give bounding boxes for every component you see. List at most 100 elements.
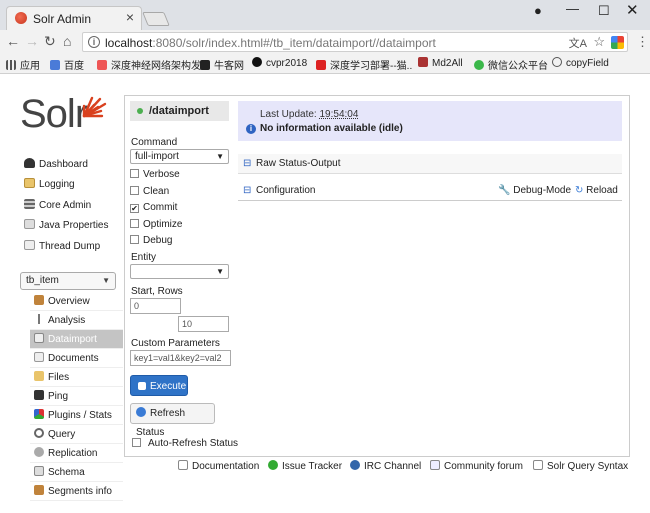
bookmark-md2all[interactable]: Md2All [418, 57, 463, 69]
info-icon: i [246, 124, 256, 134]
forward-arrow-icon[interactable]: → [25, 33, 39, 49]
optimize-checkbox[interactable]: Optimize [130, 218, 182, 232]
refresh-status-button[interactable]: Refresh Status [130, 403, 215, 438]
footer-query-syntax-link[interactable]: Solr Query Syntax [533, 460, 628, 472]
bookmark-copyfield[interactable]: copyField [552, 57, 609, 69]
core-selector[interactable]: tb_item ▼ [20, 272, 116, 290]
footer-irc-channel-link[interactable]: IRC Channel [350, 460, 421, 472]
browser-tab[interactable]: Solr Admin × [6, 6, 142, 30]
auto-refresh-checkbox[interactable]: Auto-Refresh Status [132, 437, 238, 451]
core-nav-plugins-stats[interactable]: Plugins / Stats [30, 406, 123, 425]
entity-select[interactable]: ▼ [130, 264, 229, 279]
sidebar-item-logging[interactable]: Logging [24, 176, 75, 194]
collapse-icon: ⊟ [243, 158, 252, 169]
status-panel: Last Update: 19:54:04 i No information av… [238, 101, 622, 141]
debug-mode-button[interactable]: 🔧 Debug-Mode [498, 181, 571, 201]
commit-checkbox[interactable]: ✔ Commit [130, 201, 177, 215]
ping-icon [34, 390, 44, 400]
nowcoder-icon [200, 60, 210, 70]
sidebar-item-dashboard[interactable]: Dashboard [24, 156, 88, 174]
footer-community-forum-link[interactable]: Community forum [430, 460, 523, 472]
bookmark-cvpr[interactable]: cvpr2018 [252, 57, 307, 69]
core-nav-replication[interactable]: Replication [30, 444, 123, 463]
bookmark-deep-nn[interactable]: 深度神经网络架构发 [97, 57, 201, 72]
footer-documentation-link[interactable]: Documentation [178, 460, 259, 472]
core-nav-ping[interactable]: Ping [30, 387, 123, 406]
address-bar[interactable]: i localhost:8080/solr/index.html#/tb_ite… [82, 32, 628, 52]
tab-title: Solr Admin [33, 12, 92, 26]
core-nav-query[interactable]: Query [30, 425, 123, 444]
extension-icon[interactable] [611, 36, 624, 49]
bookmark-nowcoder[interactable]: 牛客网 [200, 57, 244, 72]
solr-logo[interactable]: Solr [20, 92, 107, 137]
minimize-icon[interactable]: — [566, 1, 579, 16]
close-tab-icon[interactable]: × [126, 9, 134, 25]
start-input[interactable]: 0 [130, 298, 181, 314]
bug-icon [268, 460, 278, 470]
checkmark-icon: ✔ [130, 204, 139, 213]
sidebar-item-core-admin[interactable]: Core Admin [24, 197, 91, 215]
sidebar-item-java-properties[interactable]: Java Properties [24, 217, 108, 235]
start-rows-label: Start, Rows [131, 286, 183, 297]
chevron-down-icon: ▼ [216, 267, 224, 276]
core-nav-overview[interactable]: Overview [30, 292, 123, 311]
chevron-down-icon: ▼ [216, 152, 224, 161]
entity-label: Entity [131, 252, 157, 263]
core-nav-documents[interactable]: Documents [30, 349, 123, 368]
core-admin-icon [24, 199, 35, 209]
configuration-toggle[interactable]: ⊟ Configuration 🔧 Debug-Mode ↻ Reload [238, 181, 622, 201]
custom-parameters-label: Custom Parameters [131, 338, 220, 349]
new-tab-button[interactable] [142, 12, 170, 26]
segments-icon [34, 485, 44, 495]
command-select[interactable]: full-import ▼ [130, 149, 229, 164]
rows-input[interactable]: 10 [178, 316, 229, 332]
maximize-icon[interactable]: ☐ [598, 3, 610, 19]
verbose-checkbox[interactable]: Verbose [130, 168, 180, 182]
logging-icon [24, 178, 35, 188]
command-label: Command [131, 137, 178, 148]
home-icon[interactable]: ⌂ [63, 33, 71, 49]
custom-parameters-input[interactable]: key1=val1&key2=val2 [130, 350, 231, 366]
footer-issue-tracker-link[interactable]: Issue Tracker [268, 460, 342, 472]
reload-icon: ↻ [575, 185, 584, 196]
clean-checkbox[interactable]: Clean [130, 185, 169, 199]
core-nav-files[interactable]: Files [30, 368, 123, 387]
last-update: Last Update: 19:54:04 [260, 109, 359, 120]
mail-icon [430, 460, 440, 470]
dataimport-handler-title[interactable]: /dataimport [130, 101, 229, 121]
site-info-icon[interactable]: i [88, 36, 100, 48]
core-nav-schema[interactable]: Schema [30, 463, 123, 482]
bookmark-wechat[interactable]: 微信公众平台 [474, 57, 548, 72]
core-nav-analysis[interactable]: Analysis [30, 311, 123, 330]
browser-toolbar: ← → ↻ ⌂ i localhost:8080/solr/index.html… [0, 30, 650, 54]
reload-icon[interactable]: ↻ [44, 33, 56, 50]
solr-favicon-icon [15, 12, 27, 24]
browser-menu-icon[interactable]: ⋮ [636, 34, 649, 50]
bookmark-deep-learning[interactable]: 深度学习部署--猫.. [316, 57, 412, 72]
execute-icon [138, 382, 146, 390]
sidebar-item-thread-dump[interactable]: Thread Dump [24, 238, 100, 256]
baidu-icon [50, 60, 60, 70]
close-window-icon[interactable]: ✕ [626, 1, 639, 19]
translate-icon[interactable]: 文A [569, 35, 587, 51]
md2all-icon [418, 57, 428, 67]
execute-button[interactable]: Execute [130, 375, 188, 396]
core-nav-dataimport[interactable]: Dataimport [30, 330, 123, 349]
debug-checkbox[interactable]: Debug [130, 234, 172, 248]
back-arrow-icon[interactable]: ← [6, 33, 20, 49]
people-icon [350, 460, 360, 470]
core-nav-segments-info[interactable]: Segments info [30, 482, 123, 501]
bookmark-baidu[interactable]: 百度 [50, 57, 84, 72]
reload-button[interactable]: ↻ Reload [575, 181, 618, 201]
folder-icon [34, 371, 44, 381]
solr-sun-icon [82, 96, 107, 118]
browser-tab-bar: Solr Admin × ● — ☐ ✕ [0, 0, 650, 30]
bookmark-apps[interactable]: 应用 [6, 57, 40, 72]
raw-status-output-toggle[interactable]: ⊟ Raw Status-Output [238, 154, 622, 174]
bookmark-star-icon[interactable]: ☆ [593, 34, 605, 50]
dashboard-icon [24, 158, 35, 168]
account-icon[interactable]: ● [534, 3, 542, 18]
github-icon [252, 57, 262, 67]
logo-text: Solr [20, 92, 88, 136]
wrench-icon: 🔧 [498, 185, 511, 196]
